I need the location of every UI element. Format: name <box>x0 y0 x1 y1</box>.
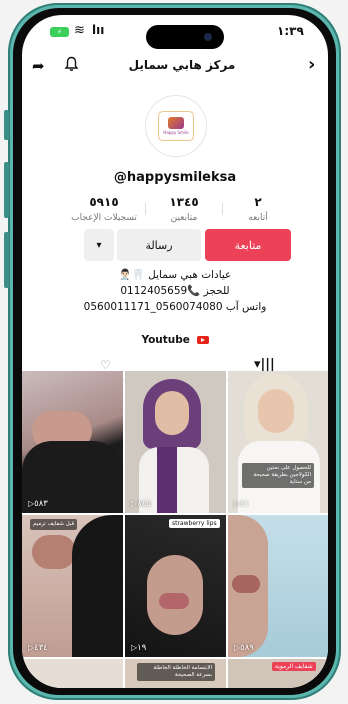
stat-likes-count: ٥٩١٥ <box>89 195 119 209</box>
bell-icon[interactable] <box>64 56 79 76</box>
video-tag: strawberry lips <box>169 519 220 528</box>
video-thumbnail[interactable]: ▷٨٤٥ <box>125 371 226 513</box>
stat-likes[interactable]: ٥٩١٥ تسجيلات الإعجاب <box>64 195 144 223</box>
stat-following[interactable]: ٢ أتابعه <box>218 195 298 223</box>
status-bar: ⚡ ≋ lıı ١:٣٩ <box>22 15 328 49</box>
youtube-icon <box>196 336 209 344</box>
video-thumbnail[interactable] <box>22 659 123 688</box>
wifi-icon: ≋ <box>74 23 85 38</box>
video-caption: قبل شفايف ترميم <box>30 519 78 530</box>
share-icon[interactable]: ➦ <box>32 57 45 75</box>
page-title: مركز هابي سمايل <box>128 58 236 72</box>
follow-button[interactable]: متابعة <box>205 229 291 261</box>
stat-following-label: أتابعه <box>248 213 268 223</box>
suggested-dropdown-button[interactable]: ▾ <box>84 229 114 261</box>
video-caption: للحصول على نحتين الكولاجين بطريقة صحيحة … <box>242 463 314 488</box>
volume-down-button <box>4 232 9 288</box>
phone-screen: ⚡ ≋ lıı ١:٣٩ ➦ مركز هابي سمايل › Happy S… <box>22 15 328 688</box>
username: @happysmileksa <box>113 170 237 185</box>
video-thumbnail[interactable]: شفايف الرموية <box>228 659 328 688</box>
view-count: ▷٤١ <box>234 499 250 509</box>
signal-icon: lıı <box>92 23 105 37</box>
status-time: ١:٣٩ <box>277 24 304 38</box>
camera-icon <box>204 33 212 41</box>
view-count: ▷٨٤٥ <box>131 499 151 509</box>
stat-following-count: ٢ <box>254 195 262 209</box>
profile-bio: عيادات هبي سمايل 🦷👨🏻‍⚕️ للحجز 📞011240565… <box>22 267 328 315</box>
view-count: ▷٤٣٤ <box>28 643 48 653</box>
view-count: ▷٥٨٣ <box>28 499 48 509</box>
video-thumbnail[interactable]: للحصول على نحتين الكولاجين بطريقة صحيحة … <box>228 371 328 513</box>
youtube-label: Youtube <box>141 334 190 346</box>
stat-followers-label: متابعين <box>170 213 198 223</box>
video-thumbnail[interactable]: الابتسامة الخاطئة الخاطئة بسرعة الصحيحة <box>125 659 226 688</box>
back-chevron-icon[interactable]: › <box>308 54 315 75</box>
video-thumbnail[interactable]: ▷٥٨٣ <box>22 371 123 513</box>
video-thumbnail[interactable]: strawberry lips ▷١٩ <box>125 515 226 657</box>
clinic-logo: Happy Smile <box>158 111 194 141</box>
video-thumbnail[interactable]: ▷٥٨٩ <box>228 515 328 657</box>
message-button[interactable]: رسالة <box>117 229 201 261</box>
tab-videos-grid-icon[interactable]: ▾||| <box>254 357 275 372</box>
bell-icon-svg <box>64 56 79 71</box>
battery-icon: ⚡ <box>50 27 69 37</box>
volume-up-button <box>4 162 9 218</box>
bio-line: عيادات هبي سمايل 🦷👨🏻‍⚕️ <box>118 269 232 281</box>
view-count: ▷١٩ <box>131 643 147 653</box>
avatar[interactable]: Happy Smile <box>145 95 207 157</box>
bio-line: واتس آب 0560074080_0560011171 <box>83 301 267 313</box>
profile-header: ➦ مركز هابي سمايل › <box>22 53 328 81</box>
youtube-link[interactable]: Youtube <box>22 334 328 346</box>
bio-line: للحجز 📞0112405659 <box>120 285 230 297</box>
video-caption: الابتسامة الخاطئة الخاطئة بسرعة الصحيحة <box>137 663 215 681</box>
video-tag: شفايف الرموية <box>272 662 316 671</box>
stat-likes-label: تسجيلات الإعجاب <box>71 213 137 223</box>
mute-switch <box>4 110 9 140</box>
stat-followers[interactable]: ١٣٤٥ متابعين <box>144 195 224 223</box>
stat-followers-count: ١٣٤٥ <box>169 195 199 209</box>
tab-liked-icon[interactable]: ♡ <box>100 358 111 372</box>
video-thumbnail[interactable]: قبل شفايف ترميم ▷٤٣٤ <box>22 515 123 657</box>
logo-text: Happy Smile <box>163 130 189 135</box>
view-count: ▷٥٨٩ <box>234 643 254 653</box>
dynamic-island <box>146 25 224 49</box>
logo-mark <box>168 117 184 129</box>
